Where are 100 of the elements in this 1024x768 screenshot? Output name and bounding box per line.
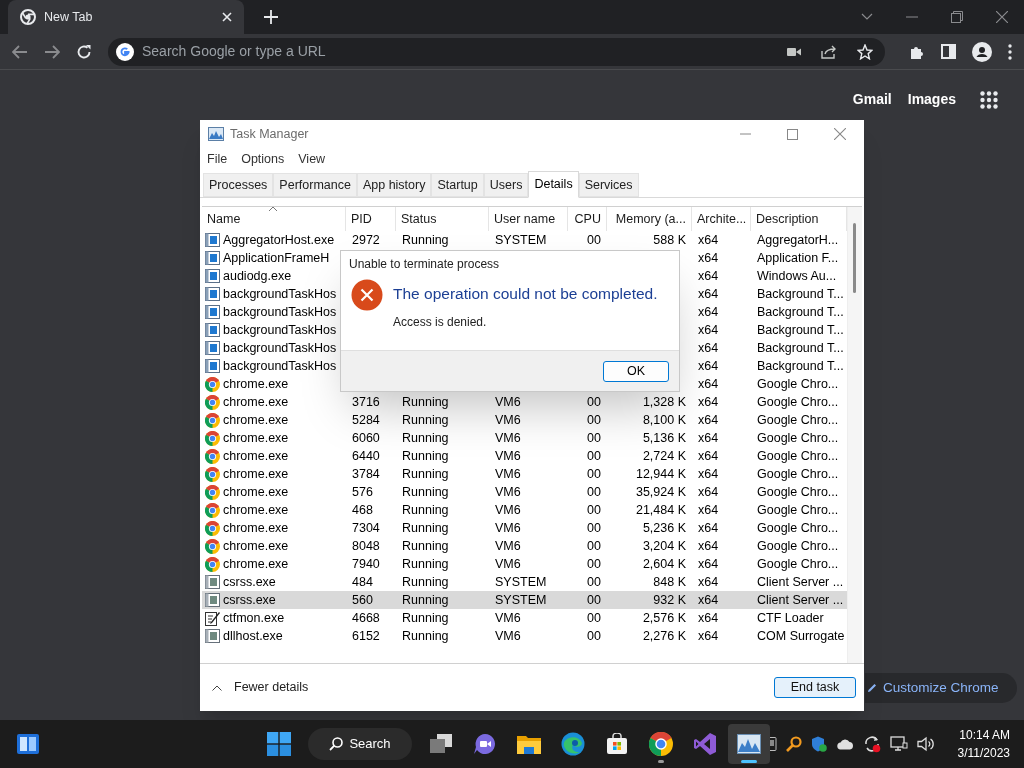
table-cell-text: Google Chro... — [757, 519, 839, 537]
table-cell-text: 12,944 K — [635, 465, 686, 483]
table-cell-text: 848 K — [653, 573, 686, 591]
maximize-icon[interactable] — [787, 128, 798, 140]
app-window-icon — [205, 359, 220, 373]
table-cell-text: Google Chro... — [757, 501, 839, 519]
table-cell-text: dllhost.exe — [223, 627, 283, 645]
tab[interactable]: Details — [528, 171, 579, 198]
table-cell-text: Google Chro... — [757, 555, 839, 573]
table-cell-text: x64 — [698, 465, 719, 483]
share-icon[interactable] — [821, 44, 837, 59]
ok-button[interactable]: OK — [603, 360, 669, 382]
shopping-bag-icon — [606, 733, 628, 755]
scrollbar-thumb[interactable] — [853, 223, 856, 293]
taskbar-button[interactable] — [728, 724, 770, 764]
table-cell-text: 00 — [587, 411, 601, 429]
table-cell-text: Background T... — [757, 357, 844, 375]
menu-item[interactable]: Options — [241, 149, 285, 169]
chart-icon — [208, 127, 224, 141]
table-cell-text: 2,724 K — [642, 447, 686, 465]
chevron-up-icon[interactable] — [212, 684, 222, 691]
table-cell-text: backgroundTaskHos — [223, 357, 337, 375]
column-header[interactable]: CPU — [568, 207, 607, 231]
tab[interactable]: Performance — [273, 173, 357, 197]
video-chat-icon — [473, 733, 497, 755]
table-cell-text: x64 — [698, 429, 719, 447]
header-link[interactable]: Gmail — [852, 89, 892, 110]
chevron-down-icon[interactable] — [861, 13, 873, 21]
scrollbar[interactable] — [847, 207, 862, 663]
shield-icon — [810, 736, 827, 752]
table-cell-text: Background T... — [757, 285, 844, 303]
menu-item[interactable]: File — [207, 149, 228, 169]
column-header[interactable]: PID — [346, 207, 396, 231]
customize-chrome-button[interactable]: Customize Chrome — [865, 673, 1017, 703]
column-header[interactable]: Status — [396, 207, 489, 231]
menu-item[interactable]: View — [298, 149, 326, 169]
table-cell-text: 5284 — [352, 411, 380, 429]
table-cell-text: 00 — [587, 519, 601, 537]
table-cell-text: 4668 — [352, 609, 380, 627]
widgets-icon[interactable] — [16, 732, 40, 756]
table-cell-text: chrome.exe — [223, 393, 289, 411]
table-cell-text: Running — [402, 429, 449, 447]
tab[interactable]: Users — [483, 173, 529, 197]
close-icon[interactable] — [996, 11, 1008, 23]
column-header[interactable]: Archite... — [692, 207, 751, 231]
restore-icon[interactable] — [951, 11, 963, 23]
table-cell-text: 00 — [587, 483, 601, 501]
table-cell-text: VM6 — [495, 483, 521, 501]
edge-icon — [561, 732, 585, 756]
camera-icon[interactable] — [787, 46, 801, 57]
table-cell-text: 21,484 K — [635, 501, 686, 519]
table-cell-text: Running — [402, 519, 449, 537]
reload-icon[interactable] — [76, 43, 92, 60]
forward-icon[interactable] — [44, 44, 60, 59]
chrome-icon — [205, 520, 220, 536]
search-button[interactable]: Search — [308, 728, 412, 760]
table-cell-text: x64 — [698, 609, 719, 627]
table-cell-text: backgroundTaskHos — [223, 321, 337, 339]
chrome-icon — [649, 732, 673, 756]
fewer-details-link[interactable]: Fewer details — [234, 678, 309, 697]
table-cell-text: Google Chro... — [757, 465, 839, 483]
back-icon[interactable] — [12, 44, 28, 59]
table-cell-text: 2,276 K — [642, 627, 686, 645]
column-header[interactable]: Name — [202, 207, 346, 231]
table-cell-text: 560 — [352, 591, 373, 609]
tab[interactable]: App history — [356, 173, 432, 197]
app-window-icon — [205, 341, 220, 355]
table-cell-text: ApplicationFrameH — [223, 249, 330, 267]
address-bar[interactable]: Search Google or type a URL — [108, 37, 885, 66]
chrome-icon — [205, 556, 220, 572]
sync-icon — [862, 735, 881, 753]
apps-grid-icon[interactable] — [980, 90, 998, 109]
column-header[interactable]: Memory (a... — [607, 207, 692, 231]
tab[interactable]: Startup — [431, 173, 484, 197]
clock-date: 3/11/2023 — [957, 745, 1010, 762]
table-cell-text: VM6 — [495, 519, 521, 537]
table-cell-text: VM6 — [495, 393, 521, 411]
table-cell-text: chrome.exe — [223, 429, 289, 447]
more-icon[interactable] — [1008, 43, 1012, 60]
table-cell-text: x64 — [698, 627, 719, 645]
column-header[interactable]: User name — [489, 207, 568, 231]
app-window-icon — [205, 287, 220, 301]
browser-tab[interactable]: New Tab — [8, 0, 244, 34]
tab[interactable]: Processes — [203, 173, 274, 197]
error-icon — [351, 279, 383, 311]
profile-icon[interactable] — [972, 41, 992, 62]
tab[interactable]: Services — [578, 173, 639, 197]
network-icon — [889, 736, 908, 752]
table-cell-text: chrome.exe — [223, 519, 289, 537]
end-task-button[interactable]: End task — [774, 677, 856, 698]
new-tab-icon[interactable] — [264, 10, 278, 24]
table-cell-text: chrome.exe — [223, 411, 289, 429]
header-link[interactable]: Images — [907, 89, 956, 110]
table-cell-text: 932 K — [653, 591, 686, 609]
side-panel-icon[interactable] — [941, 44, 956, 59]
table-cell-text: Windows Au... — [757, 267, 837, 285]
star-icon[interactable] — [857, 43, 873, 60]
chrome-icon — [20, 9, 36, 25]
app-window-icon — [205, 575, 220, 589]
chart-icon — [737, 734, 761, 754]
